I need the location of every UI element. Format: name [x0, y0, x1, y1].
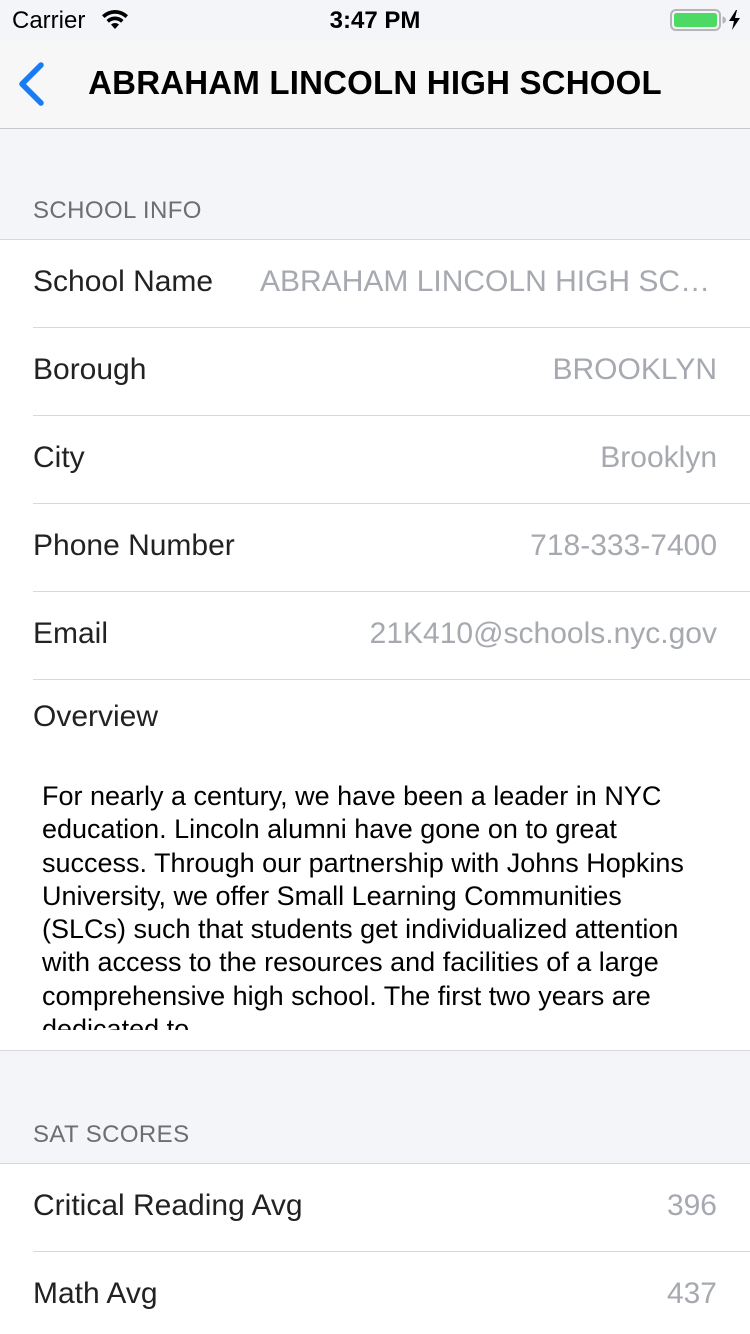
section-header-sat-scores: SAT SCORES: [33, 1121, 190, 1148]
borough-value: BROOKLYN: [552, 353, 718, 386]
row-label: Phone Number: [33, 529, 235, 562]
overview-label: Overview: [33, 700, 159, 733]
navigation-bar: ABRAHAM LINCOLN HIGH SCHOOL: [0, 40, 750, 129]
status-bar: Carrier 3:47 PM: [0, 0, 750, 40]
school-info-group: School Name ABRAHAM LINCOLN HIGH SCHOOL …: [0, 239, 750, 1051]
back-chevron-icon[interactable]: [14, 62, 48, 106]
math-avg-row[interactable]: Math Avg 437: [33, 1252, 750, 1334]
page-title: ABRAHAM LINCOLN HIGH SCHOOL: [88, 64, 662, 101]
battery-charging-icon: [670, 9, 740, 31]
school-name-value: ABRAHAM LINCOLN HIGH SCHOOL: [260, 265, 717, 298]
critical-reading-row[interactable]: Critical Reading Avg 396: [33, 1164, 750, 1252]
phone-number-row[interactable]: Phone Number 718-333-7400: [33, 504, 750, 592]
phone-number-value[interactable]: 718-333-7400: [530, 529, 717, 563]
critical-reading-value: 396: [666, 1189, 717, 1222]
overview-text[interactable]: For nearly a century, we have been a lea…: [42, 780, 710, 1030]
email-value[interactable]: 21K410@schools.nyc.gov: [370, 617, 717, 651]
math-avg-value: 437: [666, 1277, 717, 1310]
overview-cell: Overview For nearly a century, we have b…: [0, 680, 750, 1050]
city-row[interactable]: City Brooklyn: [33, 416, 750, 504]
borough-row[interactable]: Borough BROOKLYN: [33, 328, 750, 416]
row-label: City: [33, 441, 85, 474]
section-header-school-info: SCHOOL INFO: [33, 197, 202, 224]
row-label: Borough: [33, 353, 147, 386]
school-name-row[interactable]: School Name ABRAHAM LINCOLN HIGH SCHOOL: [33, 240, 750, 328]
status-time: 3:47 PM: [329, 7, 421, 34]
school-detail-screen: Carrier 3:47 PM ABRAHAM LINCOLN HIGH SCH…: [0, 0, 750, 1334]
row-label: School Name: [33, 265, 214, 298]
email-row[interactable]: Email 21K410@schools.nyc.gov: [33, 592, 750, 680]
sat-scores-group: Critical Reading Avg 396 Math Avg 437: [0, 1163, 750, 1334]
row-label: Email: [33, 617, 109, 650]
row-label: Math Avg: [33, 1277, 158, 1310]
city-value: Brooklyn: [600, 441, 717, 474]
row-label: Critical Reading Avg: [33, 1189, 303, 1222]
